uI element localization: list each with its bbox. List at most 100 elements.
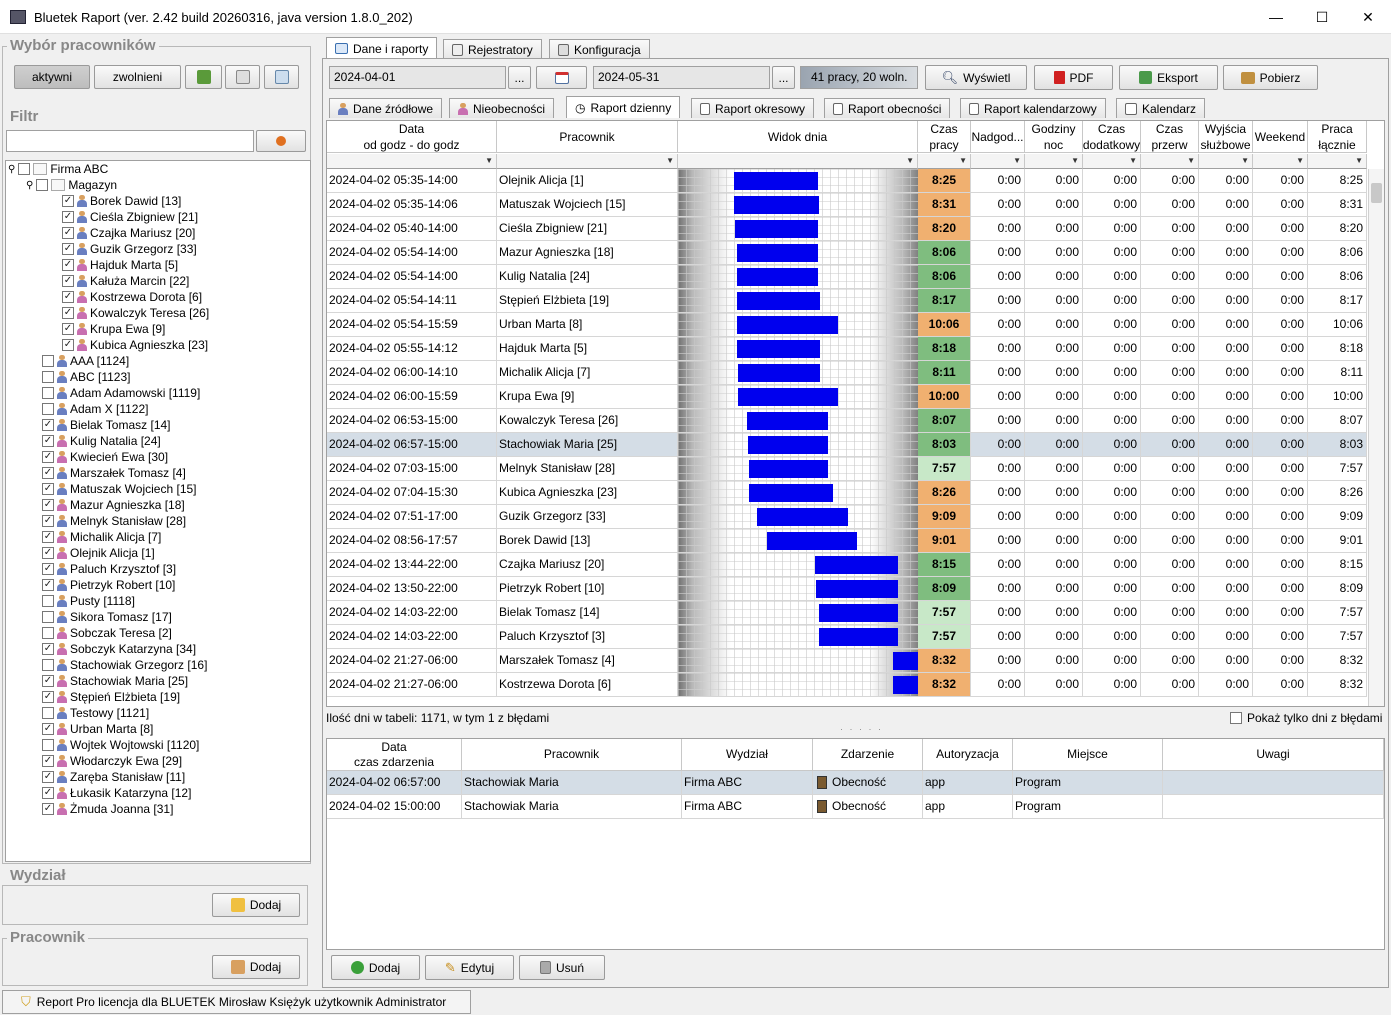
events-col-auth-header[interactable]: Autoryzacja: [923, 739, 1013, 771]
tree-employee-item[interactable]: Testowy [1121]: [42, 705, 149, 721]
employee-checkbox[interactable]: ✓: [62, 339, 74, 351]
tree-employee-item[interactable]: ✓ Kałuża Marcin [22]: [62, 273, 189, 289]
active-employees-button[interactable]: aktywni: [14, 65, 90, 89]
employee-checkbox[interactable]: ✓: [42, 579, 54, 591]
employee-checkbox[interactable]: [42, 707, 54, 719]
table-row[interactable]: 2024-04-02 07:51-17:00 Guzik Grzegorz [33…: [327, 505, 1367, 529]
table-row[interactable]: 2024-04-02 13:44-22:00 Czajka Mariusz [20…: [327, 553, 1367, 577]
filter-date[interactable]: [327, 154, 497, 169]
employee-checkbox[interactable]: ✓: [62, 227, 74, 239]
events-col-event-header[interactable]: Zdarzenie: [813, 739, 923, 771]
date-from-field[interactable]: 2024-04-01: [329, 66, 506, 89]
date-to-field[interactable]: 2024-05-31: [593, 66, 770, 89]
table-row[interactable]: 2024-04-02 13:50-22:00 Pietrzyk Robert [1…: [327, 577, 1367, 601]
events-col-employee-header[interactable]: Pracownik: [462, 739, 682, 771]
select-all-button[interactable]: [264, 65, 299, 89]
table-row[interactable]: 2024-04-02 05:54-14:11 Stępień Elżbieta […: [327, 289, 1367, 313]
employee-checkbox[interactable]: ✓: [42, 547, 54, 559]
tree-employee-item[interactable]: ✓ Paluch Krzysztof [3]: [42, 561, 176, 577]
tab-presence-report[interactable]: Raport obecności: [824, 98, 951, 118]
employee-checkbox[interactable]: ✓: [42, 563, 54, 575]
tree-employee-item[interactable]: ✓ Marszałek Tomasz [4]: [42, 465, 186, 481]
tree-employee-item[interactable]: ✓ Stępień Elżbieta [19]: [42, 689, 180, 705]
table-row[interactable]: 2024-04-02 05:54-14:00 Mazur Agnieszka [1…: [327, 241, 1367, 265]
col-weekend-header[interactable]: Weekend: [1253, 121, 1308, 153]
employee-checkbox[interactable]: ✓: [62, 195, 74, 207]
show-button[interactable]: 🔍︎ Wyświetl: [925, 65, 1027, 90]
employee-checkbox[interactable]: [42, 627, 54, 639]
col-overtime-header[interactable]: Nadgod...: [971, 121, 1025, 153]
col-extra-header[interactable]: Czas dodatkowy: [1083, 121, 1141, 153]
filter-extra[interactable]: [1083, 154, 1141, 169]
tab-period-report[interactable]: Raport okresowy: [691, 98, 815, 118]
table-row[interactable]: 2024-04-02 05:35-14:00 Olejnik Alicja [1]…: [327, 169, 1367, 193]
event-row[interactable]: 2024-04-02 15:00:00 Stachowiak Maria Firma…: [327, 795, 1384, 819]
employee-checkbox[interactable]: ✓: [62, 275, 74, 287]
table-row[interactable]: 2024-04-02 05:55-14:12 Hajduk Marta [5] 8:…: [327, 337, 1367, 361]
employee-checkbox[interactable]: ✓: [42, 467, 54, 479]
table-row[interactable]: 2024-04-02 14:03-22:00 Bielak Tomasz [14]…: [327, 601, 1367, 625]
events-col-date-header[interactable]: Data czas zdarzenia: [327, 739, 462, 771]
add-employee-button[interactable]: Dodaj: [212, 955, 300, 979]
table-row[interactable]: 2024-04-02 06:57-15:00 Stachowiak Maria […: [327, 433, 1367, 457]
employee-checkbox[interactable]: ✓: [42, 419, 54, 431]
tree-employee-item[interactable]: Sikora Tomasz [17]: [42, 609, 172, 625]
employee-checkbox[interactable]: ✓: [42, 771, 54, 783]
export-button[interactable]: Eksport: [1119, 65, 1218, 90]
tree-root-checkbox[interactable]: [18, 163, 31, 175]
table-row[interactable]: 2024-04-02 06:00-15:59 Krupa Ewa [9] 10:00…: [327, 385, 1367, 409]
tab-source-data[interactable]: Dane źródłowe: [329, 98, 443, 118]
employee-checkbox[interactable]: ✓: [42, 755, 54, 767]
employee-checkbox[interactable]: [42, 371, 54, 383]
tree-group[interactable]: ⚲ Magazyn: [26, 177, 117, 193]
employee-checkbox[interactable]: [42, 659, 54, 671]
scrollbar-thumb[interactable]: [1371, 183, 1382, 203]
employee-checkbox[interactable]: ✓: [42, 803, 54, 815]
col-worktime-header[interactable]: Czas pracy: [918, 121, 971, 153]
employee-checkbox[interactable]: ✓: [42, 723, 54, 735]
filter-weekend[interactable]: [1253, 154, 1308, 169]
tree-employee-item[interactable]: ✓ Borek Dawid [13]: [62, 193, 181, 209]
table-row[interactable]: 2024-04-02 07:04-15:30 Kubica Agnieszka […: [327, 481, 1367, 505]
employee-checkbox[interactable]: ✓: [62, 291, 74, 303]
employee-checkbox[interactable]: [42, 595, 54, 607]
event-row[interactable]: 2024-04-02 06:57:00 Stachowiak Maria Firma…: [327, 771, 1384, 795]
tree-employee-item[interactable]: ✓ Hajduk Marta [5]: [62, 257, 178, 273]
table-row[interactable]: 2024-04-02 05:35-14:06 Matuszak Wojciech …: [327, 193, 1367, 217]
table-row[interactable]: 2024-04-02 21:27-06:00 Marszałek Tomasz […: [327, 649, 1367, 673]
delete-event-button[interactable]: Usuń: [519, 955, 605, 980]
tree-employee-item[interactable]: ABC [1123]: [42, 369, 130, 385]
tab-absences[interactable]: Nieobecności: [449, 98, 555, 118]
tree-employee-item[interactable]: ✓ Żmuda Joanna [31]: [42, 801, 173, 817]
filter-input[interactable]: [6, 130, 254, 152]
employee-checkbox[interactable]: ✓: [42, 675, 54, 687]
employee-checkbox[interactable]: ✓: [42, 499, 54, 511]
tree-employee-item[interactable]: Adam Adamowski [1119]: [42, 385, 200, 401]
tree-employee-item[interactable]: ✓ Melnyk Stanisław [28]: [42, 513, 186, 529]
calendar-button[interactable]: [536, 66, 587, 89]
tab-calendar-report[interactable]: Raport kalendarzowy: [960, 98, 1106, 118]
employee-checkbox[interactable]: ✓: [62, 259, 74, 271]
employee-checkbox[interactable]: ✓: [42, 435, 54, 447]
col-dayview-header[interactable]: Widok dnia: [678, 121, 918, 153]
table-row[interactable]: 2024-04-02 14:03-22:00 Paluch Krzysztof […: [327, 625, 1367, 649]
col-employee-header[interactable]: Pracownik: [497, 121, 678, 153]
table-row[interactable]: 2024-04-02 08:56-17:57 Borek Dawid [13] 9:…: [327, 529, 1367, 553]
close-button[interactable]: ✕: [1345, 0, 1391, 34]
tree-employee-item[interactable]: ✓ Łukasik Katarzyna [12]: [42, 785, 191, 801]
col-business-header[interactable]: Wyjścia służbowe: [1199, 121, 1253, 153]
tree-employee-item[interactable]: ✓ Cieśla Zbigniew [21]: [62, 209, 198, 225]
filter-total[interactable]: [1308, 154, 1367, 169]
tree-employee-item[interactable]: ✓ Kwiecień Ewa [30]: [42, 449, 168, 465]
tree-root[interactable]: ⚲ Firma ABC: [8, 161, 108, 177]
tree-employee-item[interactable]: ✓ Kubica Agnieszka [23]: [62, 337, 208, 353]
tree-employee-item[interactable]: ✓ Kulig Natalia [24]: [42, 433, 161, 449]
table-row[interactable]: 2024-04-02 07:03-15:00 Melnyk Stanisław […: [327, 457, 1367, 481]
employee-checkbox[interactable]: ✓: [42, 451, 54, 463]
employee-checkbox[interactable]: ✓: [42, 787, 54, 799]
events-col-place-header[interactable]: Miejsce: [1013, 739, 1163, 771]
events-col-notes-header[interactable]: Uwagi: [1163, 739, 1384, 771]
tab-daily-report[interactable]: ◷ Raport dzienny: [566, 96, 681, 118]
events-col-dept-header[interactable]: Wydział: [682, 739, 813, 771]
tree-employee-item[interactable]: ✓ Pietrzyk Robert [10]: [42, 577, 175, 593]
